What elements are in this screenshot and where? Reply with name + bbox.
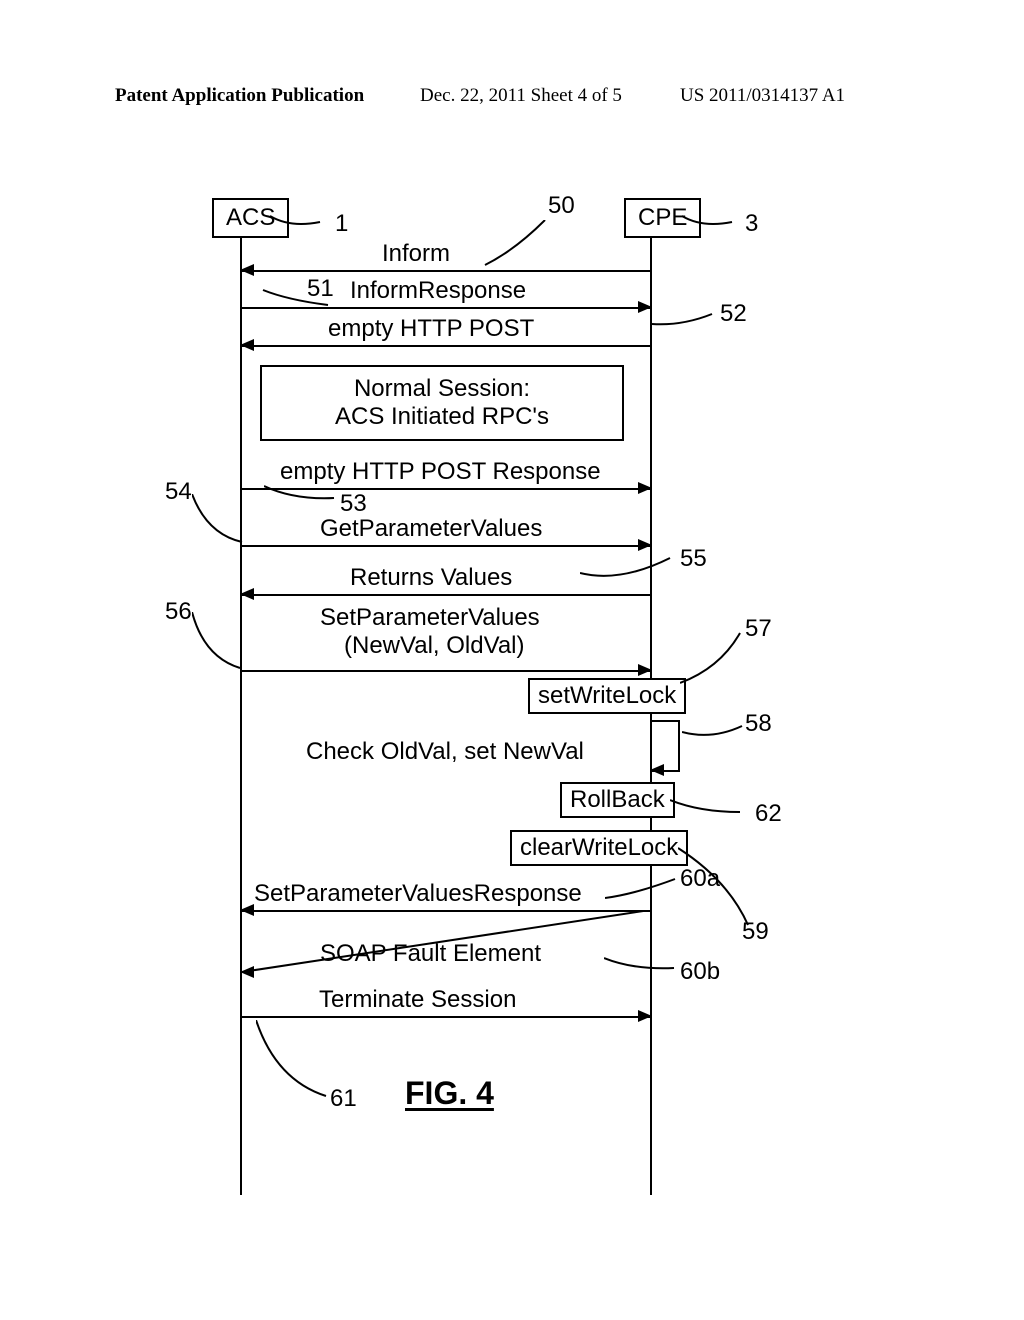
arrow-check-vert (678, 720, 680, 770)
ref-53: 53 (340, 490, 367, 518)
ref-52: 52 (720, 300, 747, 328)
ref-3: 3 (745, 210, 758, 238)
leader-cpe (682, 208, 742, 238)
header-date-sheet: Dec. 22, 2011 Sheet 4 of 5 (420, 85, 622, 107)
header-publication: Patent Application Publication (115, 85, 364, 107)
leader-60b (604, 950, 684, 980)
msg-emptypost: empty HTTP POST (328, 315, 534, 343)
box-rollback: RollBack (560, 782, 675, 818)
ref-58: 58 (745, 710, 772, 738)
leader-56 (192, 612, 252, 672)
ref-50: 50 (548, 192, 575, 220)
leader-50 (475, 220, 555, 270)
arrowhead-terminate (638, 1010, 652, 1022)
msg-setparamvalues2: (NewVal, OldVal) (344, 632, 525, 660)
leader-52 (652, 306, 722, 336)
arrowhead-check (650, 764, 664, 776)
msg-returnsvalues: Returns Values (350, 564, 512, 592)
arrow-returnsvalues (242, 594, 650, 596)
arrowhead-returnsvalues (240, 588, 254, 600)
arrow-soapfault (242, 910, 652, 974)
msg-getparamvalues: GetParameterValues (320, 515, 542, 543)
figure-title: FIG. 4 (405, 1075, 494, 1112)
leader-acs (270, 208, 330, 238)
arrowhead-informresponse (638, 301, 652, 313)
msg-terminate: Terminate Session (319, 986, 516, 1014)
acs-lifeline (240, 235, 242, 1195)
arrowhead-emptypost (240, 339, 254, 351)
msg-setparamresp: SetParameterValuesResponse (254, 880, 582, 908)
arrow-setparamvalues (242, 670, 650, 672)
ref-56: 56 (165, 598, 192, 626)
leader-61 (256, 1020, 336, 1100)
ref-55: 55 (680, 545, 707, 573)
arrow-terminate (242, 1016, 650, 1018)
ref-61: 61 (330, 1085, 357, 1113)
ref-57: 57 (745, 615, 772, 643)
msg-informresponse: InformResponse (350, 277, 526, 305)
arrowhead-inform (240, 264, 254, 276)
arrowhead-setparamvalues (638, 664, 652, 676)
leader-55 (580, 553, 680, 583)
arrow-getparamvalues (242, 545, 650, 547)
header-pub-number: US 2011/0314137 A1 (680, 85, 845, 107)
normal-session-box: Normal Session: ACS Initiated RPC's (260, 365, 624, 441)
ref-60b: 60b (680, 958, 720, 986)
arrow-check-top (652, 720, 680, 722)
cpe-lifeline (650, 235, 652, 1195)
leader-54 (192, 494, 252, 544)
msg-checkoldval: Check OldVal, set NewVal (306, 738, 584, 766)
arrowhead-soapfault (240, 966, 254, 978)
arrow-inform (242, 270, 650, 272)
msg-setparamvalues1: SetParameterValues (320, 604, 540, 632)
normal-session-line1: Normal Session: (272, 375, 612, 403)
arrowhead-emptypostresp (638, 482, 652, 494)
leader-60a (605, 874, 685, 904)
box-clearwritelock: clearWriteLock (510, 830, 688, 866)
arrow-emptypost (242, 345, 650, 347)
leader-57 (680, 628, 750, 688)
ref-60a: 60a (680, 865, 720, 893)
arrowhead-getparamvalues (638, 539, 652, 551)
ref-1: 1 (335, 210, 348, 238)
leader-58 (682, 720, 752, 750)
normal-session-line2: ACS Initiated RPC's (272, 403, 612, 431)
arrow-informresponse (242, 307, 650, 309)
ref-51: 51 (307, 275, 334, 303)
box-setwritelock: setWriteLock (528, 678, 686, 714)
ref-59: 59 (742, 918, 769, 946)
ref-62: 62 (755, 800, 782, 828)
ref-54: 54 (165, 478, 192, 506)
msg-inform: Inform (382, 240, 450, 268)
leader-62 (670, 792, 750, 822)
